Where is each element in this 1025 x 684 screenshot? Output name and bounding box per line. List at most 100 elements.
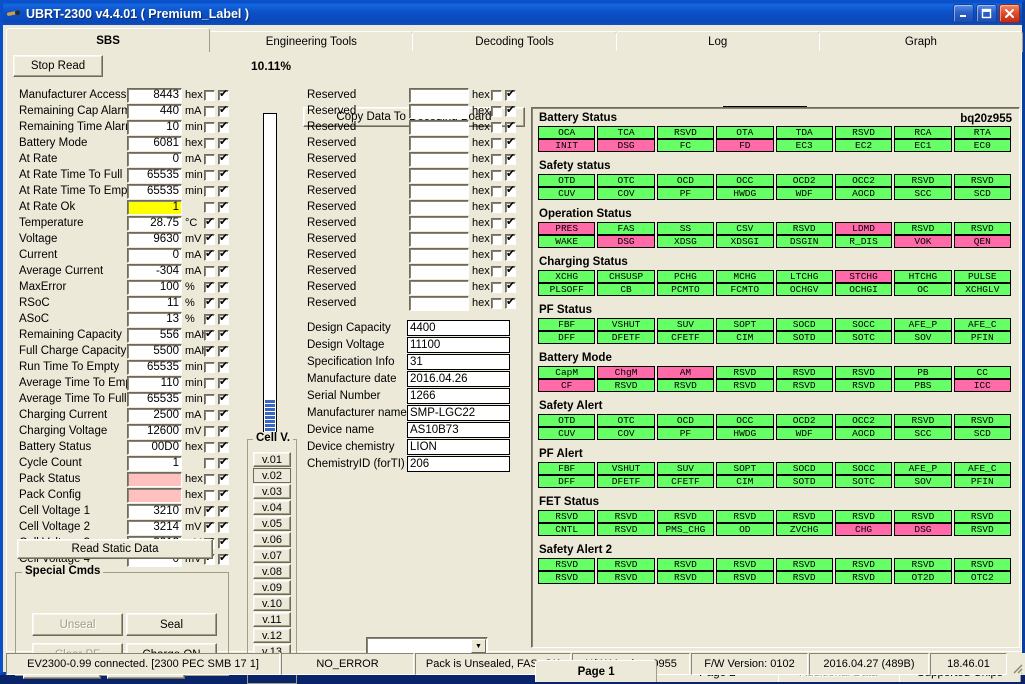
register-bit-cell[interactable]: RSVD — [894, 510, 952, 523]
register-bit-cell[interactable]: ZVCHG — [775, 523, 833, 536]
register-bit-cell[interactable]: RSVD — [716, 379, 774, 392]
register-bit-cell[interactable]: HWDG — [716, 187, 774, 200]
register-bit-cell[interactable]: SUV — [656, 318, 715, 331]
sbs-row-checkbox-read[interactable] — [218, 504, 229, 517]
register-bit-cell[interactable]: OCA — [538, 126, 596, 139]
reserved-row-checkbox-read[interactable] — [505, 184, 516, 197]
register-bit-cell[interactable]: OCD — [656, 414, 715, 427]
register-bit-cell[interactable]: RSVD — [656, 126, 715, 139]
register-bit-cell[interactable]: PCHG — [656, 270, 715, 283]
register-bit-cell[interactable]: RTA — [953, 126, 1011, 139]
register-bit-cell[interactable]: RSVD — [597, 523, 655, 536]
register-bit-cell[interactable]: SCD — [953, 427, 1011, 440]
register-bit-cell[interactable]: RSVD — [656, 510, 715, 523]
register-bit-cell[interactable]: RSVD — [834, 379, 893, 392]
main-tab-graph[interactable]: Graph — [818, 31, 1024, 52]
sbs-row-checkbox-log[interactable] — [204, 425, 215, 437]
reserved-row-checkbox-log[interactable] — [491, 169, 502, 181]
sbs-row-checkbox-read[interactable] — [218, 136, 229, 149]
register-bit-cell[interactable]: FBF — [538, 462, 596, 475]
sbs-row-checkbox-read[interactable] — [218, 296, 229, 309]
register-bit-cell[interactable]: RSVD — [716, 558, 774, 571]
reserved-row-checkbox-read[interactable] — [505, 216, 516, 229]
register-bit-cell[interactable]: AFE_C — [953, 318, 1011, 331]
sbs-row-checkbox-read[interactable] — [218, 88, 229, 101]
sbs-row-checkbox-read[interactable] — [218, 104, 229, 117]
register-bit-cell[interactable]: OCC2 — [834, 414, 893, 427]
cell-voltage-button-v04[interactable]: v.04 — [253, 500, 291, 515]
static-data-value[interactable]: 31 — [407, 353, 510, 370]
reserved-row-value[interactable] — [409, 247, 469, 263]
sbs-row-checkbox-log[interactable] — [204, 457, 215, 469]
register-bit-cell[interactable]: CUV — [538, 187, 596, 200]
cell-voltage-button-v12[interactable]: v.12 — [253, 628, 291, 643]
sbs-row-checkbox-log[interactable] — [204, 361, 215, 373]
register-bit-cell[interactable]: WAKE — [538, 235, 596, 248]
sbs-row-value[interactable]: 6081 — [127, 135, 182, 151]
register-bit-cell[interactable]: SOCD — [775, 318, 833, 331]
register-bit-cell[interactable]: RCA — [894, 126, 952, 139]
register-bit-cell[interactable]: VOK — [894, 235, 952, 248]
main-tab-sbs[interactable]: SBS — [6, 28, 211, 52]
cell-voltage-button-v03[interactable]: v.03 — [253, 484, 291, 499]
sbs-row-checkbox-log[interactable] — [204, 248, 215, 261]
register-bit-cell[interactable]: PB — [894, 366, 952, 379]
register-bit-cell[interactable]: OTD — [538, 414, 596, 427]
register-bit-cell[interactable]: OT2D — [894, 571, 952, 584]
sbs-row-checkbox-read[interactable] — [218, 344, 229, 357]
static-data-value[interactable]: 2016.04.26 — [407, 370, 510, 387]
sbs-row-checkbox-read[interactable] — [218, 376, 229, 389]
sbs-row-value[interactable]: 3210 — [127, 503, 182, 519]
register-bit-cell[interactable]: CIM — [716, 475, 774, 488]
register-bit-cell[interactable]: RSVD — [953, 558, 1011, 571]
reserved-row-checkbox-log[interactable] — [491, 217, 502, 229]
register-bit-cell[interactable]: RSVD — [538, 558, 596, 571]
sbs-row-checkbox-log[interactable] — [204, 232, 215, 245]
register-bit-cell[interactable]: RSVD — [775, 379, 833, 392]
register-bit-cell[interactable]: CFETF — [656, 475, 715, 488]
chevron-down-icon[interactable]: ▼ — [471, 639, 486, 653]
static-data-value[interactable]: AS10B73 — [407, 421, 510, 438]
sbs-row-checkbox-log[interactable] — [204, 393, 215, 405]
sbs-row-checkbox-log[interactable] — [204, 409, 215, 421]
sbs-row-checkbox-log[interactable] — [204, 265, 215, 277]
register-bit-cell[interactable]: COV — [597, 187, 655, 200]
register-bit-cell[interactable]: AOCD — [834, 187, 893, 200]
seal-button[interactable]: Seal — [126, 613, 217, 636]
register-bit-cell[interactable]: SOV — [894, 331, 952, 344]
sbs-row-value[interactable]: 11 — [127, 295, 182, 311]
sbs-row-value[interactable]: 1 — [127, 199, 182, 215]
reserved-row-checkbox-read[interactable] — [505, 296, 516, 309]
reserved-row-checkbox-log[interactable] — [491, 89, 502, 101]
register-bit-cell[interactable]: DFF — [538, 475, 596, 488]
register-bit-cell[interactable]: TCA — [597, 126, 655, 139]
register-bit-cell[interactable]: ChgM — [597, 366, 655, 379]
register-bit-cell[interactable]: OTC2 — [953, 571, 1011, 584]
register-bit-cell[interactable]: FC — [656, 139, 715, 152]
sbs-row-value[interactable]: 28.75 — [127, 215, 182, 231]
sbs-row-value[interactable]: 10 — [127, 119, 182, 135]
register-bit-cell[interactable]: FCMTO — [716, 283, 774, 296]
sbs-row-checkbox-read[interactable] — [218, 408, 229, 421]
register-bit-cell[interactable]: EC1 — [894, 139, 952, 152]
register-bit-cell[interactable]: XCHGLV — [953, 283, 1011, 296]
sbs-row-checkbox-read[interactable] — [218, 552, 229, 565]
register-bit-cell[interactable]: DFETF — [597, 331, 655, 344]
sbs-row-value[interactable]: 5500 — [127, 343, 182, 359]
register-bit-cell[interactable]: EC2 — [834, 139, 893, 152]
sbs-row-checkbox-read[interactable] — [218, 120, 229, 133]
register-bit-cell[interactable]: PFIN — [953, 475, 1011, 488]
register-bit-cell[interactable]: SOPT — [716, 462, 774, 475]
register-bit-cell[interactable]: OCHGI — [834, 283, 893, 296]
register-bit-cell[interactable]: AOCD — [834, 427, 893, 440]
sbs-row-checkbox-log[interactable] — [204, 520, 215, 533]
register-bit-cell[interactable]: SOCC — [834, 462, 893, 475]
register-bit-cell[interactable]: RSVD — [775, 222, 833, 235]
register-bit-cell[interactable]: RSVD — [775, 558, 833, 571]
sbs-row-checkbox-log[interactable] — [204, 185, 215, 197]
register-bit-cell[interactable]: RSVD — [953, 222, 1011, 235]
sbs-row-checkbox-read[interactable] — [218, 472, 229, 485]
sbs-row-checkbox-read[interactable] — [218, 488, 229, 501]
sbs-row-checkbox-log[interactable] — [204, 377, 215, 389]
register-bit-cell[interactable]: DFF — [538, 331, 596, 344]
